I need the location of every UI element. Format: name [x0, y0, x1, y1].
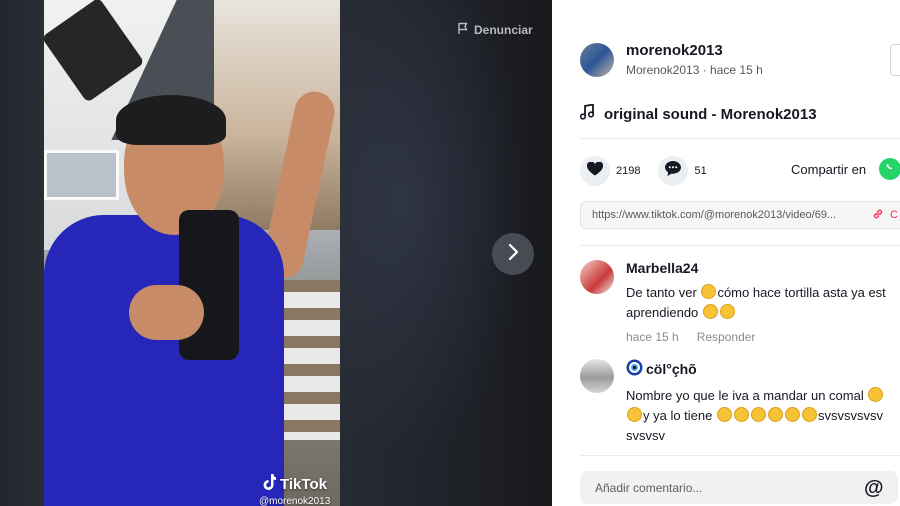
hand — [129, 285, 204, 340]
comment-meta: hace 15 h Responder — [626, 330, 900, 344]
commenter-avatar[interactable] — [580, 359, 614, 393]
nazar-eye-icon — [626, 359, 643, 379]
music-note-icon — [579, 103, 595, 124]
emoji-icon — [868, 387, 884, 402]
mention-icon[interactable]: @ — [864, 477, 884, 500]
commenter-avatar[interactable] — [580, 260, 614, 294]
comment-text-part: svsvsvsvsv — [818, 408, 883, 423]
comment-time: hace 15 h — [626, 330, 679, 344]
emoji-icon — [717, 407, 732, 422]
author-avatar[interactable] — [580, 42, 614, 77]
comment-text-part: Nombre yo que le iva a mandar un comal — [626, 388, 864, 403]
add-comment-placeholder: Añadir comentario... — [595, 480, 703, 495]
divider — [580, 455, 900, 456]
reply-button[interactable]: Responder — [697, 330, 756, 344]
heart-icon — [586, 160, 604, 181]
emoji-icon — [785, 407, 800, 422]
comment-text-part: aprendiendo — [626, 305, 699, 320]
tiktok-video-page: TikTok @morenok2013 Denunciar morenok201… — [0, 0, 900, 506]
video-url: https://www.tiktok.com/@morenok2013/vide… — [592, 209, 837, 221]
whatsapp-icon — [884, 160, 896, 178]
comment-button[interactable] — [658, 156, 689, 186]
comment-text-part: y ya lo tiene — [643, 408, 713, 423]
black-cap — [116, 95, 226, 145]
author-name[interactable]: morenok2013 — [626, 42, 763, 59]
comment-text-part: De tanto ver — [626, 285, 701, 300]
comment-text: Nombre yo que le iva a mandar un comal y… — [626, 386, 900, 446]
like-button[interactable] — [580, 156, 610, 186]
sound-label: original sound - Morenok2013 — [604, 105, 817, 123]
emoji-icon — [719, 304, 735, 319]
commenter-name: cöl°çhõ — [646, 361, 697, 377]
whatsapp-share-button[interactable] — [879, 158, 900, 180]
video-player[interactable]: TikTok @morenok2013 — [44, 0, 340, 506]
comment-item: Marbella24 De tanto ver cómo hace tortil… — [580, 260, 900, 344]
commenter-name[interactable]: Marbella24 — [626, 260, 900, 276]
author-subtitle: Morenok2013 · hace 15 h — [626, 63, 763, 77]
comment-icon — [665, 161, 682, 181]
copy-label: C — [890, 209, 898, 221]
stats-row: 2198 51 — [580, 156, 725, 186]
emoji-icon — [751, 407, 766, 422]
emoji-icon — [627, 407, 642, 422]
video-stage: TikTok @morenok2013 Denunciar — [0, 0, 552, 506]
comment-text-part: svsvsv — [626, 428, 665, 443]
tiktok-watermark: TikTok — [262, 474, 327, 494]
comment-text-part: cómo hace tortilla asta ya est — [717, 285, 886, 300]
follow-button[interactable] — [890, 44, 900, 76]
comment-item: cöl°çhõ Nombre yo que le iva a mandar un… — [580, 359, 900, 446]
link-icon — [872, 208, 884, 223]
comment-count: 51 — [694, 165, 707, 177]
add-comment-input[interactable]: Añadir comentario... — [580, 471, 898, 504]
divider — [580, 138, 900, 139]
watermark-text: TikTok — [280, 475, 327, 493]
copy-link-button[interactable]: C — [872, 208, 898, 223]
next-video-button[interactable] — [492, 233, 534, 275]
author-info: morenok2013 Morenok2013 · hace 15 h — [580, 42, 763, 77]
emoji-icon — [702, 304, 718, 319]
emoji-icon — [768, 407, 783, 422]
flag-icon — [457, 22, 469, 37]
report-label: Denunciar — [474, 22, 533, 37]
blue-shirt — [44, 215, 284, 506]
tiktok-logo-icon — [262, 474, 276, 494]
commenter-name-row[interactable]: cöl°çhõ — [626, 359, 900, 379]
black-cloth — [179, 210, 239, 360]
sound-link[interactable]: original sound - Morenok2013 — [579, 103, 817, 124]
chevron-right-icon — [506, 243, 520, 266]
watermark-username: @morenok2013 — [259, 496, 331, 506]
details-panel: morenok2013 Morenok2013 · hace 15 h orig… — [552, 0, 900, 506]
divider — [580, 245, 900, 246]
emoji-icon — [734, 407, 749, 422]
emoji-icon — [701, 284, 717, 299]
like-count: 2198 — [616, 165, 641, 177]
garage-window — [44, 150, 119, 200]
emoji-icon — [802, 407, 817, 422]
share-link-box[interactable]: https://www.tiktok.com/@morenok2013/vide… — [580, 201, 900, 229]
report-button[interactable]: Denunciar — [457, 22, 533, 37]
share-label: Compartir en — [791, 162, 867, 177]
comment-text: De tanto ver cómo hace tortilla asta ya … — [626, 283, 900, 323]
